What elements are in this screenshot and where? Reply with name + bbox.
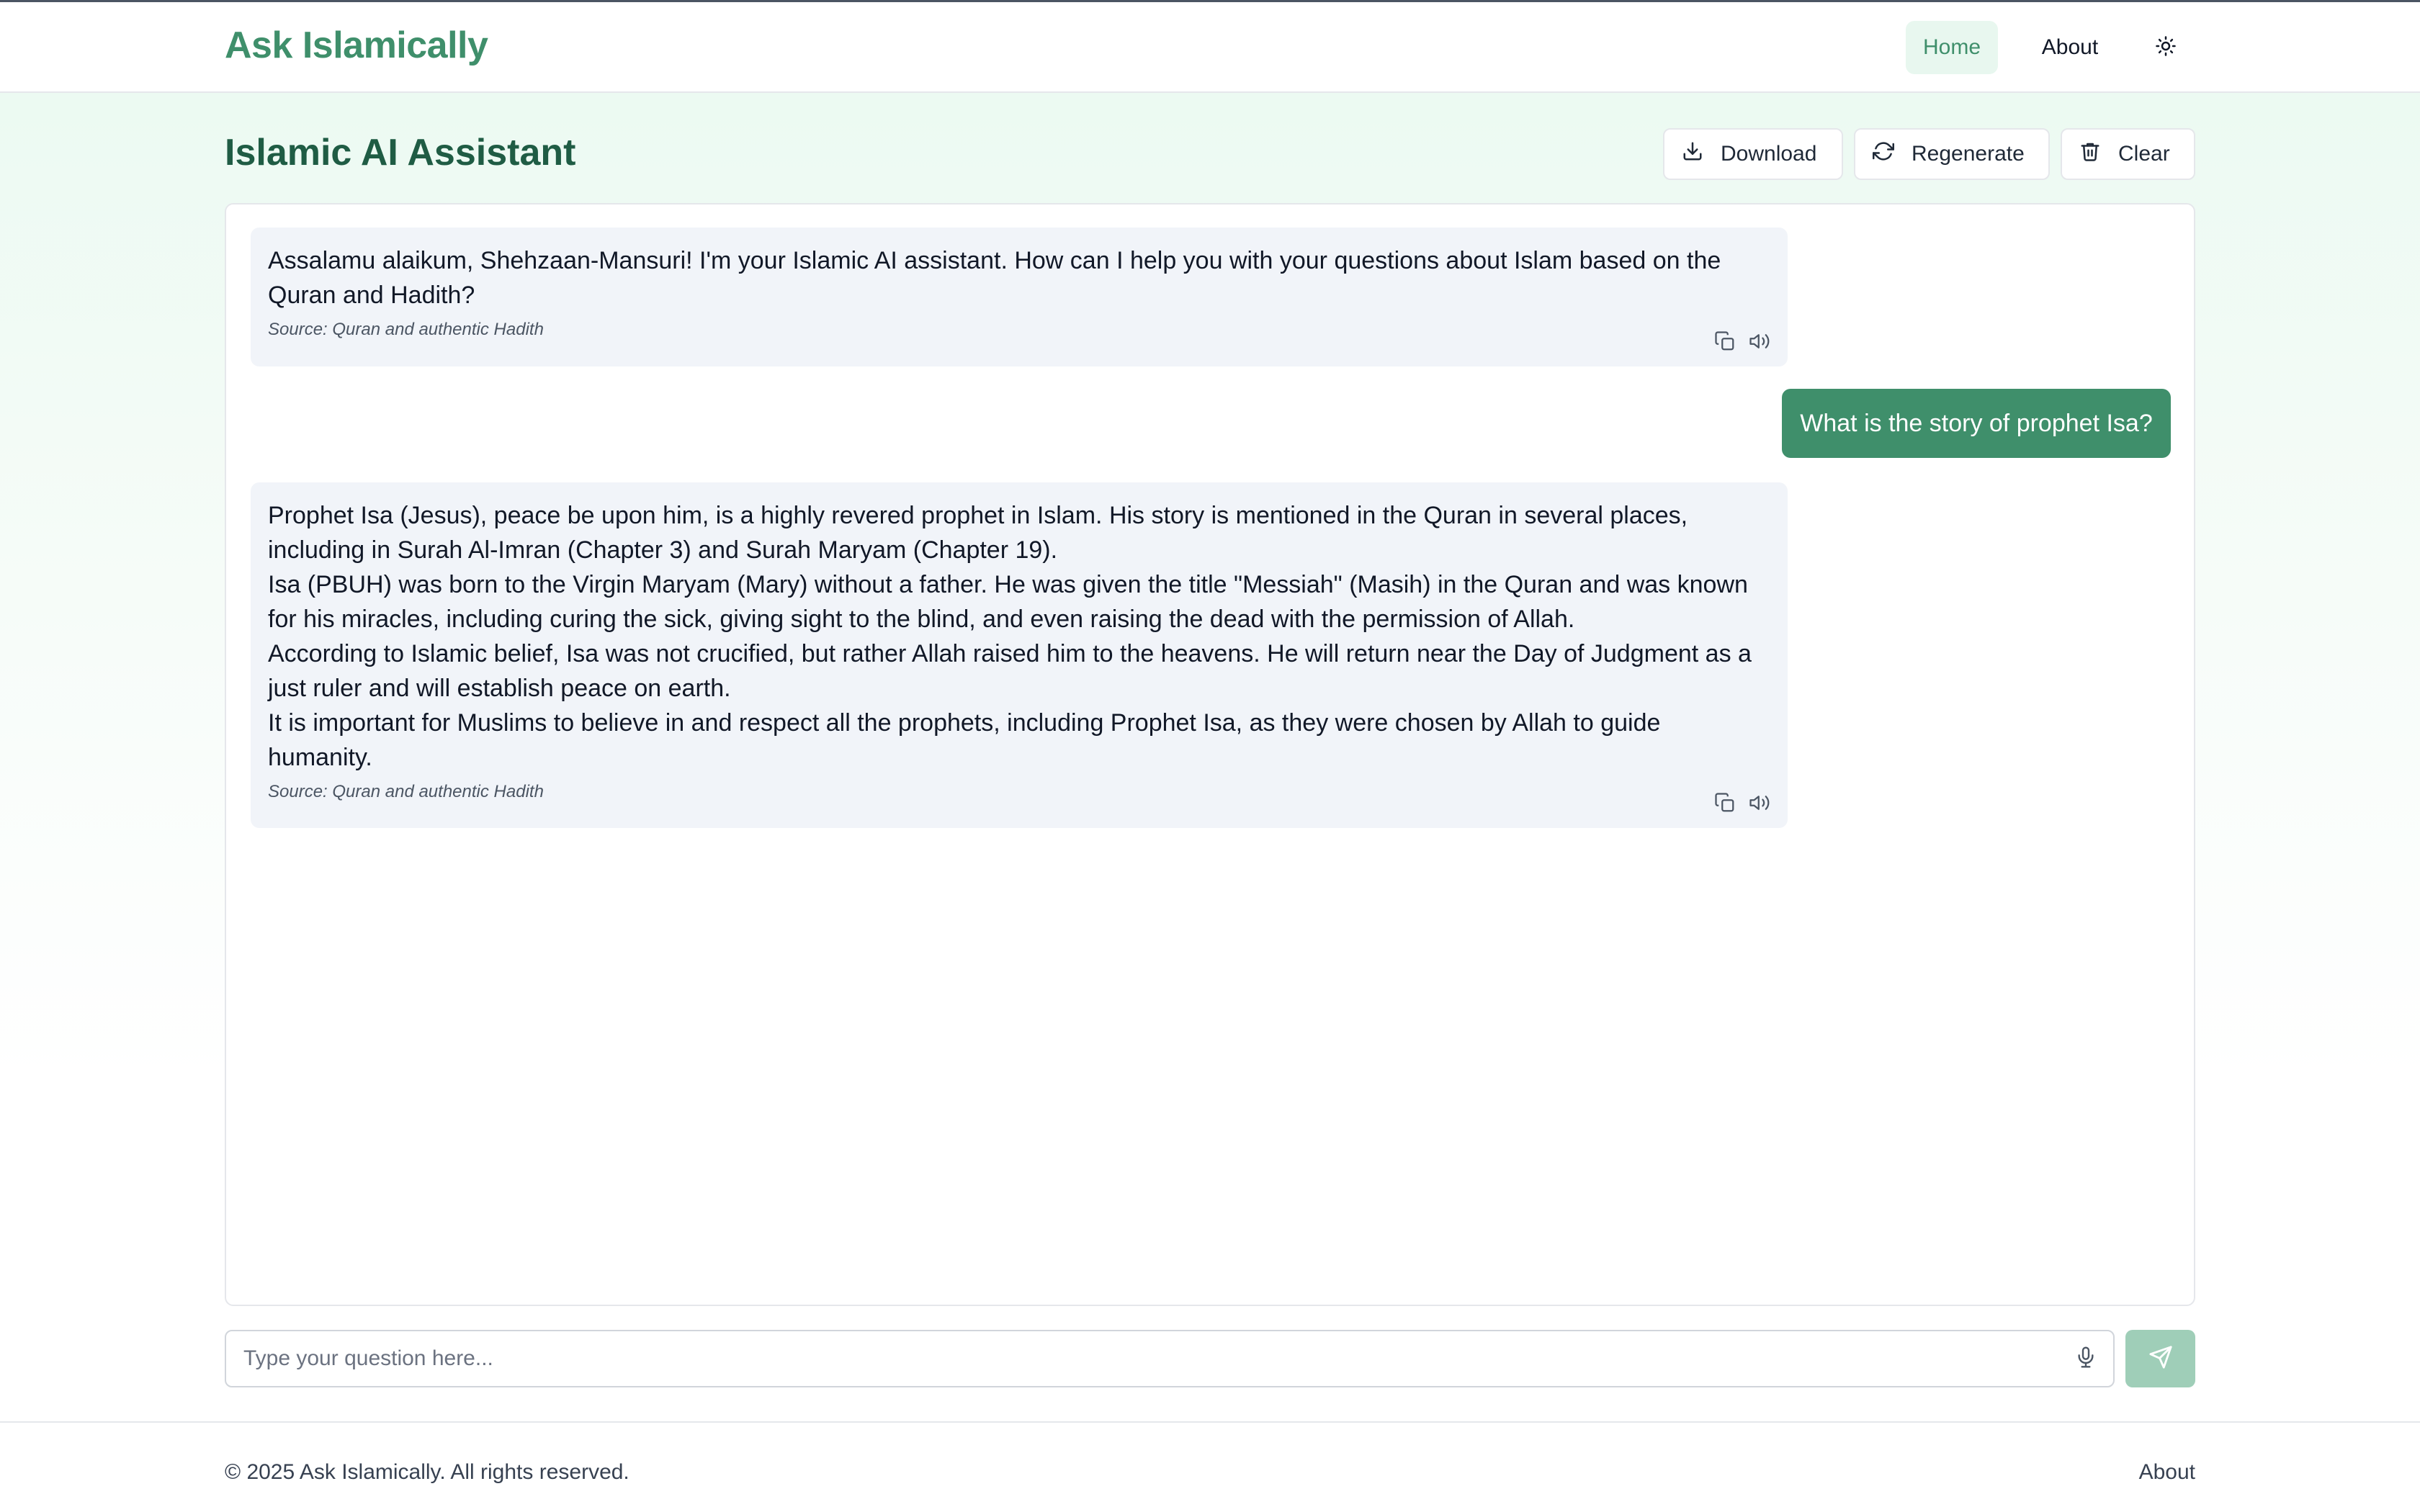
message-paragraph: It is important for Muslims to believe i… xyxy=(268,709,1661,771)
message-paragraph: Prophet Isa (Jesus), peace be upon him, … xyxy=(268,502,1688,564)
footer-about-link[interactable]: About xyxy=(2139,1460,2195,1485)
regenerate-button[interactable]: Regenerate xyxy=(1854,128,2050,180)
message-paragraph: According to Islamic belief, Isa was not… xyxy=(268,640,1752,702)
speaker-icon[interactable] xyxy=(1747,329,1772,354)
nav-home-link[interactable]: Home xyxy=(1906,21,1998,74)
microphone-icon xyxy=(2074,1346,2097,1372)
copy-icon[interactable] xyxy=(1713,791,1737,815)
chat-panel: Assalamu alaikum, Shehzaan-Mansuri! I'm … xyxy=(225,203,2195,1306)
footer: © 2025 Ask Islamically. All rights reser… xyxy=(0,1421,2420,1512)
regenerate-label: Regenerate xyxy=(1912,142,2025,166)
message-source: Source: Quran and authentic Hadith xyxy=(268,320,544,339)
message-paragraph: Assalamu alaikum, Shehzaan-Mansuri! I'm … xyxy=(268,247,1721,309)
speaker-icon[interactable] xyxy=(1747,791,1772,815)
trash-icon xyxy=(2079,140,2101,168)
assistant-message: Prophet Isa (Jesus), peace be upon him, … xyxy=(251,482,1788,828)
copyright-text: © 2025 Ask Islamically. All rights reser… xyxy=(225,1460,629,1484)
clear-label: Clear xyxy=(2118,142,2170,166)
message-text: Assalamu alaikum, Shehzaan-Mansuri! I'm … xyxy=(268,243,1770,312)
user-message: What is the story of prophet Isa? xyxy=(1782,389,2171,458)
message-tools xyxy=(1713,329,1772,354)
send-button[interactable] xyxy=(2125,1330,2195,1387)
message-paragraph: Isa (PBUH) was born to the Virgin Maryam… xyxy=(268,571,1748,633)
theme-toggle-button[interactable] xyxy=(2145,27,2187,68)
page-title: Islamic AI Assistant xyxy=(225,132,576,174)
download-button[interactable]: Download xyxy=(1663,128,1843,180)
microphone-button[interactable] xyxy=(2071,1344,2100,1373)
download-icon xyxy=(1682,140,1703,168)
question-input-container xyxy=(225,1330,2115,1387)
assistant-message: Assalamu alaikum, Shehzaan-Mansuri! I'm … xyxy=(251,228,1788,366)
download-label: Download xyxy=(1721,142,1817,166)
message-tools xyxy=(1713,791,1772,815)
refresh-icon xyxy=(1873,140,1894,168)
message-text: Prophet Isa (Jesus), peace be upon him, … xyxy=(268,498,1770,775)
sun-icon xyxy=(2155,35,2177,60)
question-input[interactable] xyxy=(226,1331,2056,1386)
copy-icon[interactable] xyxy=(1713,329,1737,354)
app-logo[interactable]: Ask Islamically xyxy=(225,24,488,67)
nav-about-link[interactable]: About xyxy=(2024,21,2116,74)
message-source: Source: Quran and authentic Hadith xyxy=(268,782,544,801)
clear-button[interactable]: Clear xyxy=(2061,128,2195,180)
send-icon xyxy=(2148,1345,2173,1373)
top-navbar: Ask Islamically Home About xyxy=(0,2,2420,93)
